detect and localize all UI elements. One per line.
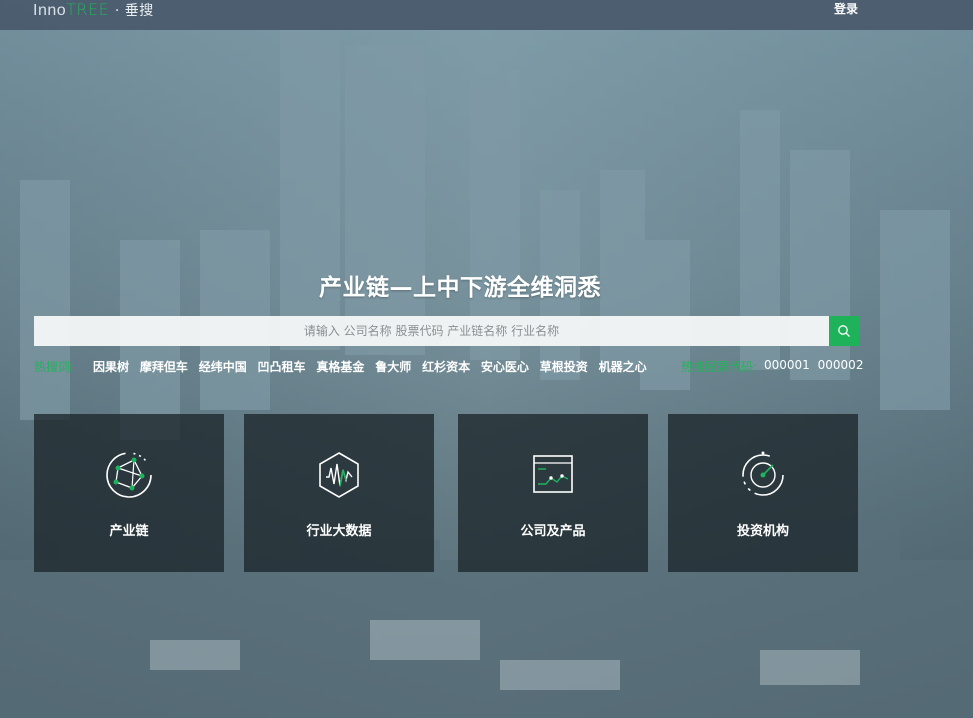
logo-inno: Inno	[33, 2, 67, 19]
hot-search-items: 因果树 摩拜但车 经纬中国 凹凸租车 真格基金 鲁大师 红杉资本 安心医心 草根…	[93, 358, 654, 375]
card-industry-chain[interactable]: 产业链	[34, 414, 224, 572]
top-bar: InnoTREE · 垂搜 登录	[0, 0, 973, 30]
company-product-icon	[533, 455, 573, 493]
search-icon	[838, 325, 850, 337]
card-company-product[interactable]: 公司及产品	[458, 414, 648, 572]
card-big-data[interactable]: 行业大数据	[244, 414, 434, 572]
search-bar	[34, 316, 859, 346]
logo[interactable]: InnoTREE · 垂搜	[33, 0, 154, 20]
login-link[interactable]: 登录	[834, 0, 858, 18]
hot-item[interactable]: 经纬中国	[199, 358, 247, 375]
hot-item[interactable]: 凹凸租车	[258, 358, 306, 375]
hot-item[interactable]: 红杉资本	[422, 358, 470, 375]
logo-cn: · 垂搜	[114, 3, 154, 19]
industry-chain-icon	[106, 452, 152, 498]
investment-institution-icon	[742, 451, 784, 496]
card-label: 产业链	[109, 524, 149, 539]
hot-stock-code[interactable]: 000001	[764, 358, 810, 372]
hot-item[interactable]: 因果树	[93, 358, 129, 375]
hero-headline: 产业链—上中下游全维洞悉	[319, 275, 601, 301]
hot-item[interactable]: 摩拜但车	[140, 358, 188, 375]
hot-item[interactable]: 草根投资	[540, 358, 588, 375]
hot-stock-code[interactable]: 000002	[818, 358, 864, 372]
hot-item[interactable]: 鲁大师	[375, 358, 411, 375]
hot-stock-codes: 000001 000002	[764, 358, 867, 372]
hot-item[interactable]: 机器之心	[599, 358, 647, 375]
card-investment-institution[interactable]: 投资机构	[668, 414, 858, 572]
card-label: 投资机构	[736, 524, 789, 539]
search-input[interactable]	[34, 316, 829, 346]
hot-stock-code-label: 热搜股票代码:	[681, 360, 758, 374]
hot-search-label: 热搜词:	[34, 360, 75, 374]
card-label: 公司及产品	[520, 524, 586, 539]
hot-item[interactable]: 真格基金	[316, 358, 364, 375]
hot-item[interactable]: 安心医心	[481, 358, 529, 375]
big-data-icon	[319, 452, 359, 498]
card-label: 行业大数据	[306, 524, 372, 539]
logo-tree: TREE	[66, 0, 110, 19]
search-button[interactable]	[829, 316, 859, 346]
